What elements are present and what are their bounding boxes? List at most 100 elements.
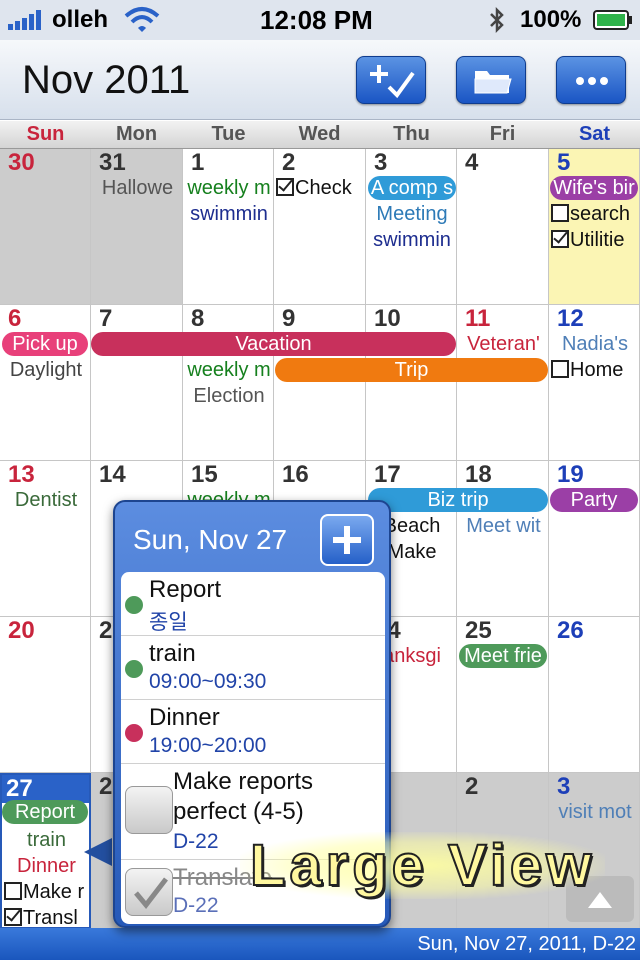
event-item[interactable]: Meet wit <box>459 515 548 538</box>
event-item[interactable]: weekly m <box>185 359 273 382</box>
day-number: 2 <box>282 149 296 176</box>
day-cell[interactable]: 13 Dentist <box>0 461 91 617</box>
todo-item[interactable]: Transl <box>4 907 89 927</box>
carrier-name: olleh <box>52 6 109 33</box>
popup-event-item[interactable]: Report 종일 <box>121 572 385 636</box>
day-cell[interactable]: 20 <box>0 617 91 773</box>
day-cell[interactable]: 10 <box>366 305 457 461</box>
event-bar[interactable]: Biz trip <box>368 488 548 512</box>
day-cell[interactable]: 18 Meet wit <box>457 461 549 617</box>
day-cell[interactable]: 6 Daylight <box>0 305 91 461</box>
event-bar[interactable]: Vacation <box>91 332 456 356</box>
checkbox[interactable] <box>4 882 22 900</box>
more-button[interactable] <box>556 56 626 104</box>
day-cell[interactable]: 9 <box>274 305 366 461</box>
event-item[interactable]: train <box>4 829 89 852</box>
weekday-thu: Thu <box>393 123 430 145</box>
event-bar[interactable]: Trip <box>275 358 548 382</box>
day-cell[interactable]: 27 train Dinner Make r Transl <box>0 773 91 929</box>
day-cell[interactable]: 25 <box>457 617 549 773</box>
event-item[interactable]: Meeting <box>368 203 456 226</box>
popup-event-item[interactable]: Dinner 19:00~20:00 <box>121 700 385 764</box>
todo-item[interactable]: Check <box>276 177 365 200</box>
checkbox-checked[interactable] <box>551 230 569 248</box>
event-item[interactable]: swimmin <box>185 203 273 226</box>
event-item[interactable]: Daylight <box>2 359 90 382</box>
event-text: search <box>570 203 631 225</box>
day-cell[interactable]: 11 Veteran' <box>457 305 549 461</box>
todo-dday: D-22 <box>173 830 219 853</box>
event-item[interactable]: Dinner <box>4 855 89 878</box>
folder-button[interactable] <box>456 56 526 104</box>
todo-title-line2: perfect (4-5) <box>173 798 304 825</box>
event-text: Make <box>387 541 437 563</box>
day-number: 12 <box>557 305 584 332</box>
day-cell[interactable]: 5 search Utilitie <box>549 149 640 305</box>
day-cell[interactable]: 8 weekly m Election <box>183 305 274 461</box>
popup-pointer <box>84 838 112 866</box>
checkbox-checked[interactable] <box>276 178 294 196</box>
day-cell[interactable]: 12 Nadia's Home <box>549 305 640 461</box>
day-cell[interactable]: 4 <box>457 149 549 305</box>
event-color-dot <box>125 724 143 742</box>
day-cell[interactable]: 26 <box>549 617 640 773</box>
event-text: swimmin <box>373 229 451 251</box>
event-bar[interactable]: A comp s <box>368 176 456 200</box>
event-item[interactable]: Election <box>185 385 273 408</box>
day-number: 3 <box>557 773 571 800</box>
event-text: Meeting <box>376 203 448 225</box>
bluetooth-icon <box>490 6 504 34</box>
event-text: anksgi <box>383 645 441 667</box>
event-text: swimmin <box>190 203 268 225</box>
event-bar[interactable]: Wife's bir <box>550 176 638 200</box>
event-text: Dentist <box>14 489 78 511</box>
todo-checkbox-checked[interactable] <box>125 868 173 916</box>
todo-item[interactable]: Home <box>551 359 639 382</box>
event-item[interactable]: Hallowe <box>93 177 182 200</box>
event-item[interactable]: Veteran' <box>459 333 548 356</box>
event-item[interactable]: swimmin <box>368 229 456 252</box>
event-item[interactable]: Dentist <box>2 489 90 512</box>
event-bar[interactable]: Meet frie <box>459 644 547 668</box>
event-text: Meet wit <box>466 515 541 537</box>
day-number: 8 <box>191 305 205 332</box>
event-bar[interactable]: Party <box>550 488 638 512</box>
day-cell[interactable]: 19 <box>549 461 640 617</box>
event-color-dot <box>125 596 143 614</box>
day-cell[interactable]: 3 Meeting swimmin <box>366 149 457 305</box>
checkbox-checked[interactable] <box>4 908 22 926</box>
todo-title: Make reports <box>173 768 314 795</box>
day-number: 20 <box>8 617 35 644</box>
event-text: weekly m <box>187 359 271 381</box>
clock: 12:08 PM <box>260 5 373 35</box>
todo-item[interactable]: Utilitie <box>551 229 639 252</box>
event-text: Home <box>570 359 624 381</box>
navigation-bar: Nov 2011 <box>0 40 640 120</box>
todo-item[interactable]: Make r <box>4 881 89 904</box>
popup-title: Sun, Nov 27 <box>133 524 288 555</box>
checkbox[interactable] <box>551 360 569 378</box>
day-cell[interactable]: 31 Hallowe <box>91 149 183 305</box>
add-event-button[interactable] <box>320 514 374 566</box>
day-cell[interactable]: 2 Check <box>274 149 366 305</box>
day-number: 10 <box>374 305 401 332</box>
event-item[interactable]: weekly m <box>185 177 273 200</box>
day-cell[interactable]: 1 weekly m swimmin <box>183 149 274 305</box>
event-bar[interactable]: Pick up <box>2 332 88 356</box>
todo-checkbox[interactable] <box>125 786 173 834</box>
day-cell[interactable]: 7 <box>91 305 183 461</box>
day-number: 1 <box>191 149 205 176</box>
todo-item[interactable]: search <box>551 203 639 226</box>
event-subtitle: 종일 <box>149 611 188 634</box>
day-number: 31 <box>99 149 126 176</box>
add-todo-button[interactable] <box>356 56 426 104</box>
event-bar[interactable]: Report <box>2 800 88 824</box>
event-text: Dinner <box>17 855 76 877</box>
checkbox[interactable] <box>551 204 569 222</box>
event-item[interactable]: Nadia's <box>551 333 639 356</box>
day-number: 9 <box>282 305 296 332</box>
popup-event-item[interactable]: train 09:00~09:30 <box>121 636 385 700</box>
event-item[interactable]: visit mot <box>551 801 639 824</box>
day-number: 5 <box>557 149 571 176</box>
day-cell[interactable]: 30 <box>0 149 91 305</box>
